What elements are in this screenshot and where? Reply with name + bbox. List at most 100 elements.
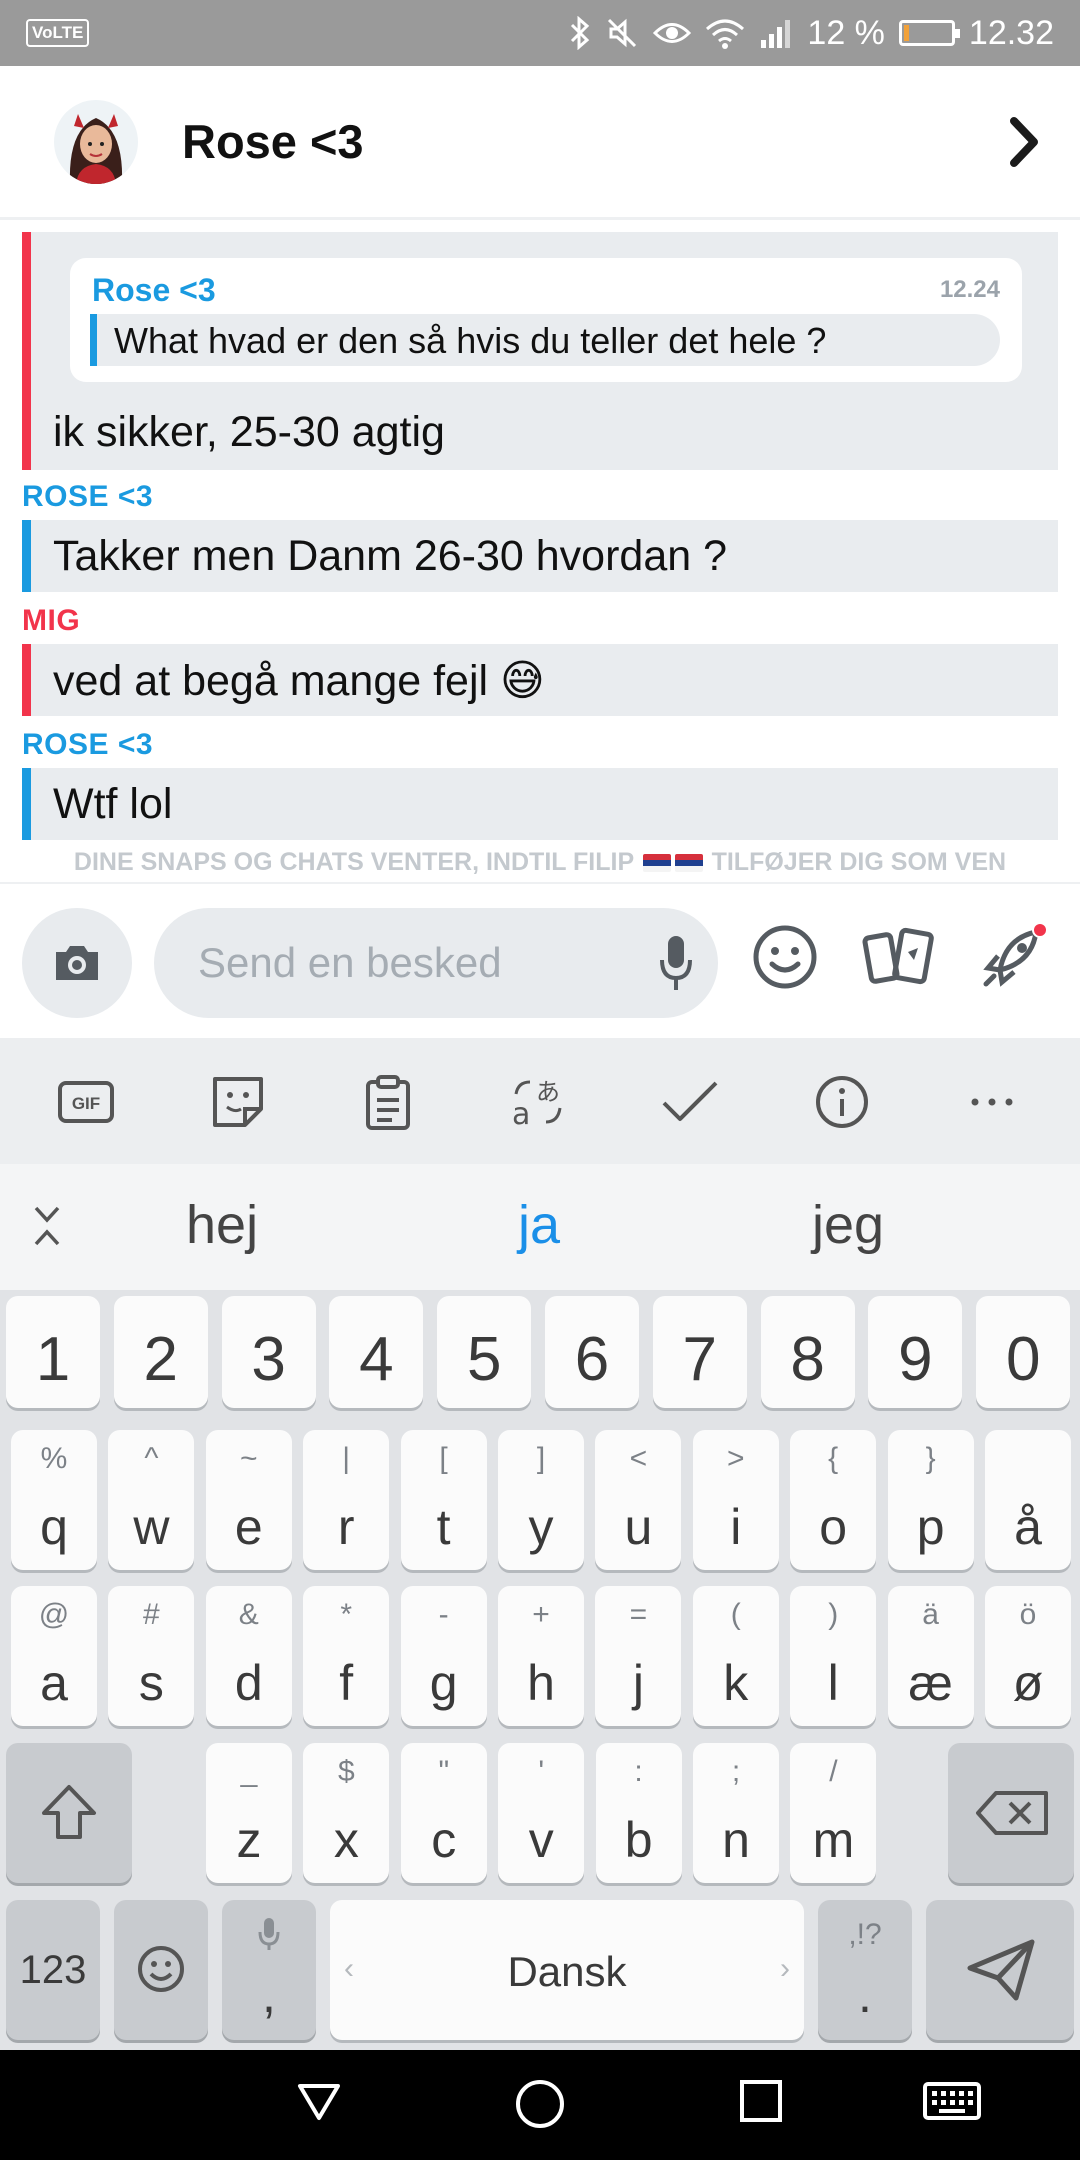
comma-key[interactable]: , <box>222 1900 316 2040</box>
key-label: t <box>436 1499 451 1555</box>
send-key[interactable] <box>926 1900 1074 2040</box>
smiley-icon[interactable] <box>752 924 818 990</box>
letter-key[interactable]: & d <box>205 1586 292 1726</box>
backspace-icon <box>976 1791 1048 1835</box>
letter-key[interactable]: @ a <box>11 1586 97 1726</box>
chat-message[interactable]: Wtf lol <box>22 768 1058 840</box>
letter-key[interactable]: ~ e <box>205 1430 292 1570</box>
key-alt-label: % <box>40 1442 68 1475</box>
letter-key[interactable]: å <box>985 1430 1071 1570</box>
letter-key[interactable]: -g <box>400 1586 487 1726</box>
letter-key[interactable]: # s <box>108 1586 195 1726</box>
gif-icon[interactable]: GIF <box>56 1072 116 1132</box>
svg-text:あ: あ <box>536 1078 560 1106</box>
sticker-icon[interactable] <box>208 1072 268 1132</box>
key-alt-label: > <box>727 1442 745 1475</box>
letter-key[interactable]: < u <box>595 1430 682 1570</box>
number-key[interactable]: 8 <box>760 1296 855 1408</box>
number-key[interactable]: 4 <box>329 1296 424 1408</box>
letter-key[interactable]: ^ w <box>108 1430 195 1570</box>
translate-icon[interactable]: aあ <box>508 1072 568 1132</box>
chat-title[interactable]: Rose <3 <box>182 114 364 169</box>
letter-key[interactable]: ; n <box>693 1743 779 1883</box>
back-icon[interactable] <box>296 2078 342 2124</box>
handwriting-icon[interactable] <box>660 1072 720 1132</box>
home-icon[interactable] <box>514 2078 566 2130</box>
bitmoji-avatar[interactable] <box>54 99 138 184</box>
key-label: h <box>527 1655 555 1711</box>
emoji-key[interactable] <box>114 1900 208 2040</box>
quote-bar <box>90 314 97 366</box>
key-label: æ <box>908 1655 953 1711</box>
letter-key[interactable]: [t <box>400 1430 487 1570</box>
number-key[interactable]: 1 <box>6 1296 100 1408</box>
letter-key[interactable]: {o <box>790 1430 877 1570</box>
letter-key[interactable]: = j <box>595 1586 682 1726</box>
suggestion-item[interactable]: hej <box>186 1194 258 1256</box>
info-icon[interactable] <box>812 1072 872 1132</box>
battery-percent: 12 % <box>807 13 885 52</box>
suggestion-item[interactable]: jeg <box>812 1194 884 1256</box>
keyboard-icon[interactable] <box>922 2078 982 2124</box>
number-key[interactable]: 6 <box>545 1296 639 1408</box>
letter-key[interactable]: + h <box>498 1586 584 1726</box>
backspace-key[interactable] <box>948 1743 1074 1883</box>
camera-button[interactable] <box>22 908 132 1018</box>
notice-text-right: TILFØJER DIG SOM VEN <box>711 848 1007 876</box>
key-alt-label: # <box>143 1598 160 1631</box>
key-alt-label: ' <box>538 1755 545 1788</box>
status-bar: VoLTE 12 % 12.32 <box>0 0 1080 66</box>
letter-key[interactable]: :b <box>595 1743 682 1883</box>
clipboard-icon[interactable] <box>358 1072 418 1132</box>
letter-key[interactable]: äæ <box>887 1586 974 1726</box>
letter-key[interactable]: " c <box>400 1743 487 1883</box>
key-label: 5 <box>466 1325 502 1394</box>
letter-key[interactable]: > i <box>692 1430 779 1570</box>
key-label: 2 <box>143 1325 179 1394</box>
number-key[interactable]: 0 <box>976 1296 1071 1408</box>
number-key[interactable]: 5 <box>437 1296 532 1408</box>
letter-key[interactable]: | r <box>303 1430 390 1570</box>
send-icon <box>967 1939 1035 2001</box>
letter-key[interactable]: * f <box>303 1586 390 1726</box>
letter-key[interactable]: öø <box>985 1586 1071 1726</box>
letter-key[interactable]: } p <box>887 1430 974 1570</box>
collapse-icon[interactable] <box>30 1204 64 1248</box>
chat-message[interactable]: ved at begå mange fejl 😅 <box>22 644 1058 716</box>
key-alt-label: * <box>340 1598 353 1631</box>
recents-icon[interactable] <box>738 2078 784 2124</box>
sender-label: ROSE <3 <box>22 480 154 513</box>
letter-key[interactable]: _ z <box>206 1743 292 1883</box>
letter-key[interactable]: ] y <box>498 1430 584 1570</box>
chevron-right-icon[interactable] <box>1006 115 1042 169</box>
letter-key[interactable]: / m <box>790 1743 877 1883</box>
more-icon[interactable] <box>962 1072 1022 1132</box>
shift-icon <box>42 1785 96 1839</box>
microphone-icon[interactable] <box>658 932 694 994</box>
letter-key[interactable]: ) l <box>790 1586 877 1726</box>
letter-key[interactable]: (k <box>692 1586 779 1726</box>
chat-message[interactable]: Rose <3 12.24 What hvad er den så hvis d… <box>22 232 1058 470</box>
quoted-message[interactable]: Rose <3 12.24 What hvad er den så hvis d… <box>70 258 1022 382</box>
cards-icon[interactable] <box>862 924 936 990</box>
suggestion-item[interactable]: ja <box>518 1194 560 1256</box>
key-label: m <box>812 1812 855 1868</box>
key-label: 7 <box>682 1325 718 1394</box>
sender-bar <box>22 768 31 840</box>
chat-message[interactable]: Takker men Danm 26-30 hvordan ? <box>22 520 1058 592</box>
number-key[interactable]: 9 <box>868 1296 963 1408</box>
letter-key[interactable]: $ x <box>303 1743 390 1883</box>
number-key[interactable]: 7 <box>652 1296 747 1408</box>
key-label: 4 <box>359 1325 394 1394</box>
key-alt-label: ; <box>731 1755 741 1788</box>
message-input[interactable]: Send en besked <box>154 908 718 1018</box>
number-key[interactable]: 2 <box>113 1296 208 1408</box>
period-key[interactable]: ,!? . <box>818 1900 912 2040</box>
number-key[interactable]: 3 <box>221 1296 316 1408</box>
letter-key[interactable]: ' v <box>498 1743 585 1883</box>
key-label: 9 <box>898 1325 933 1394</box>
shift-key[interactable] <box>6 1743 132 1883</box>
letter-key[interactable]: % q <box>11 1430 97 1570</box>
numbers-mode-key[interactable]: 123 <box>6 1900 100 2040</box>
space-key[interactable]: ‹ Dansk › <box>330 1900 804 2040</box>
